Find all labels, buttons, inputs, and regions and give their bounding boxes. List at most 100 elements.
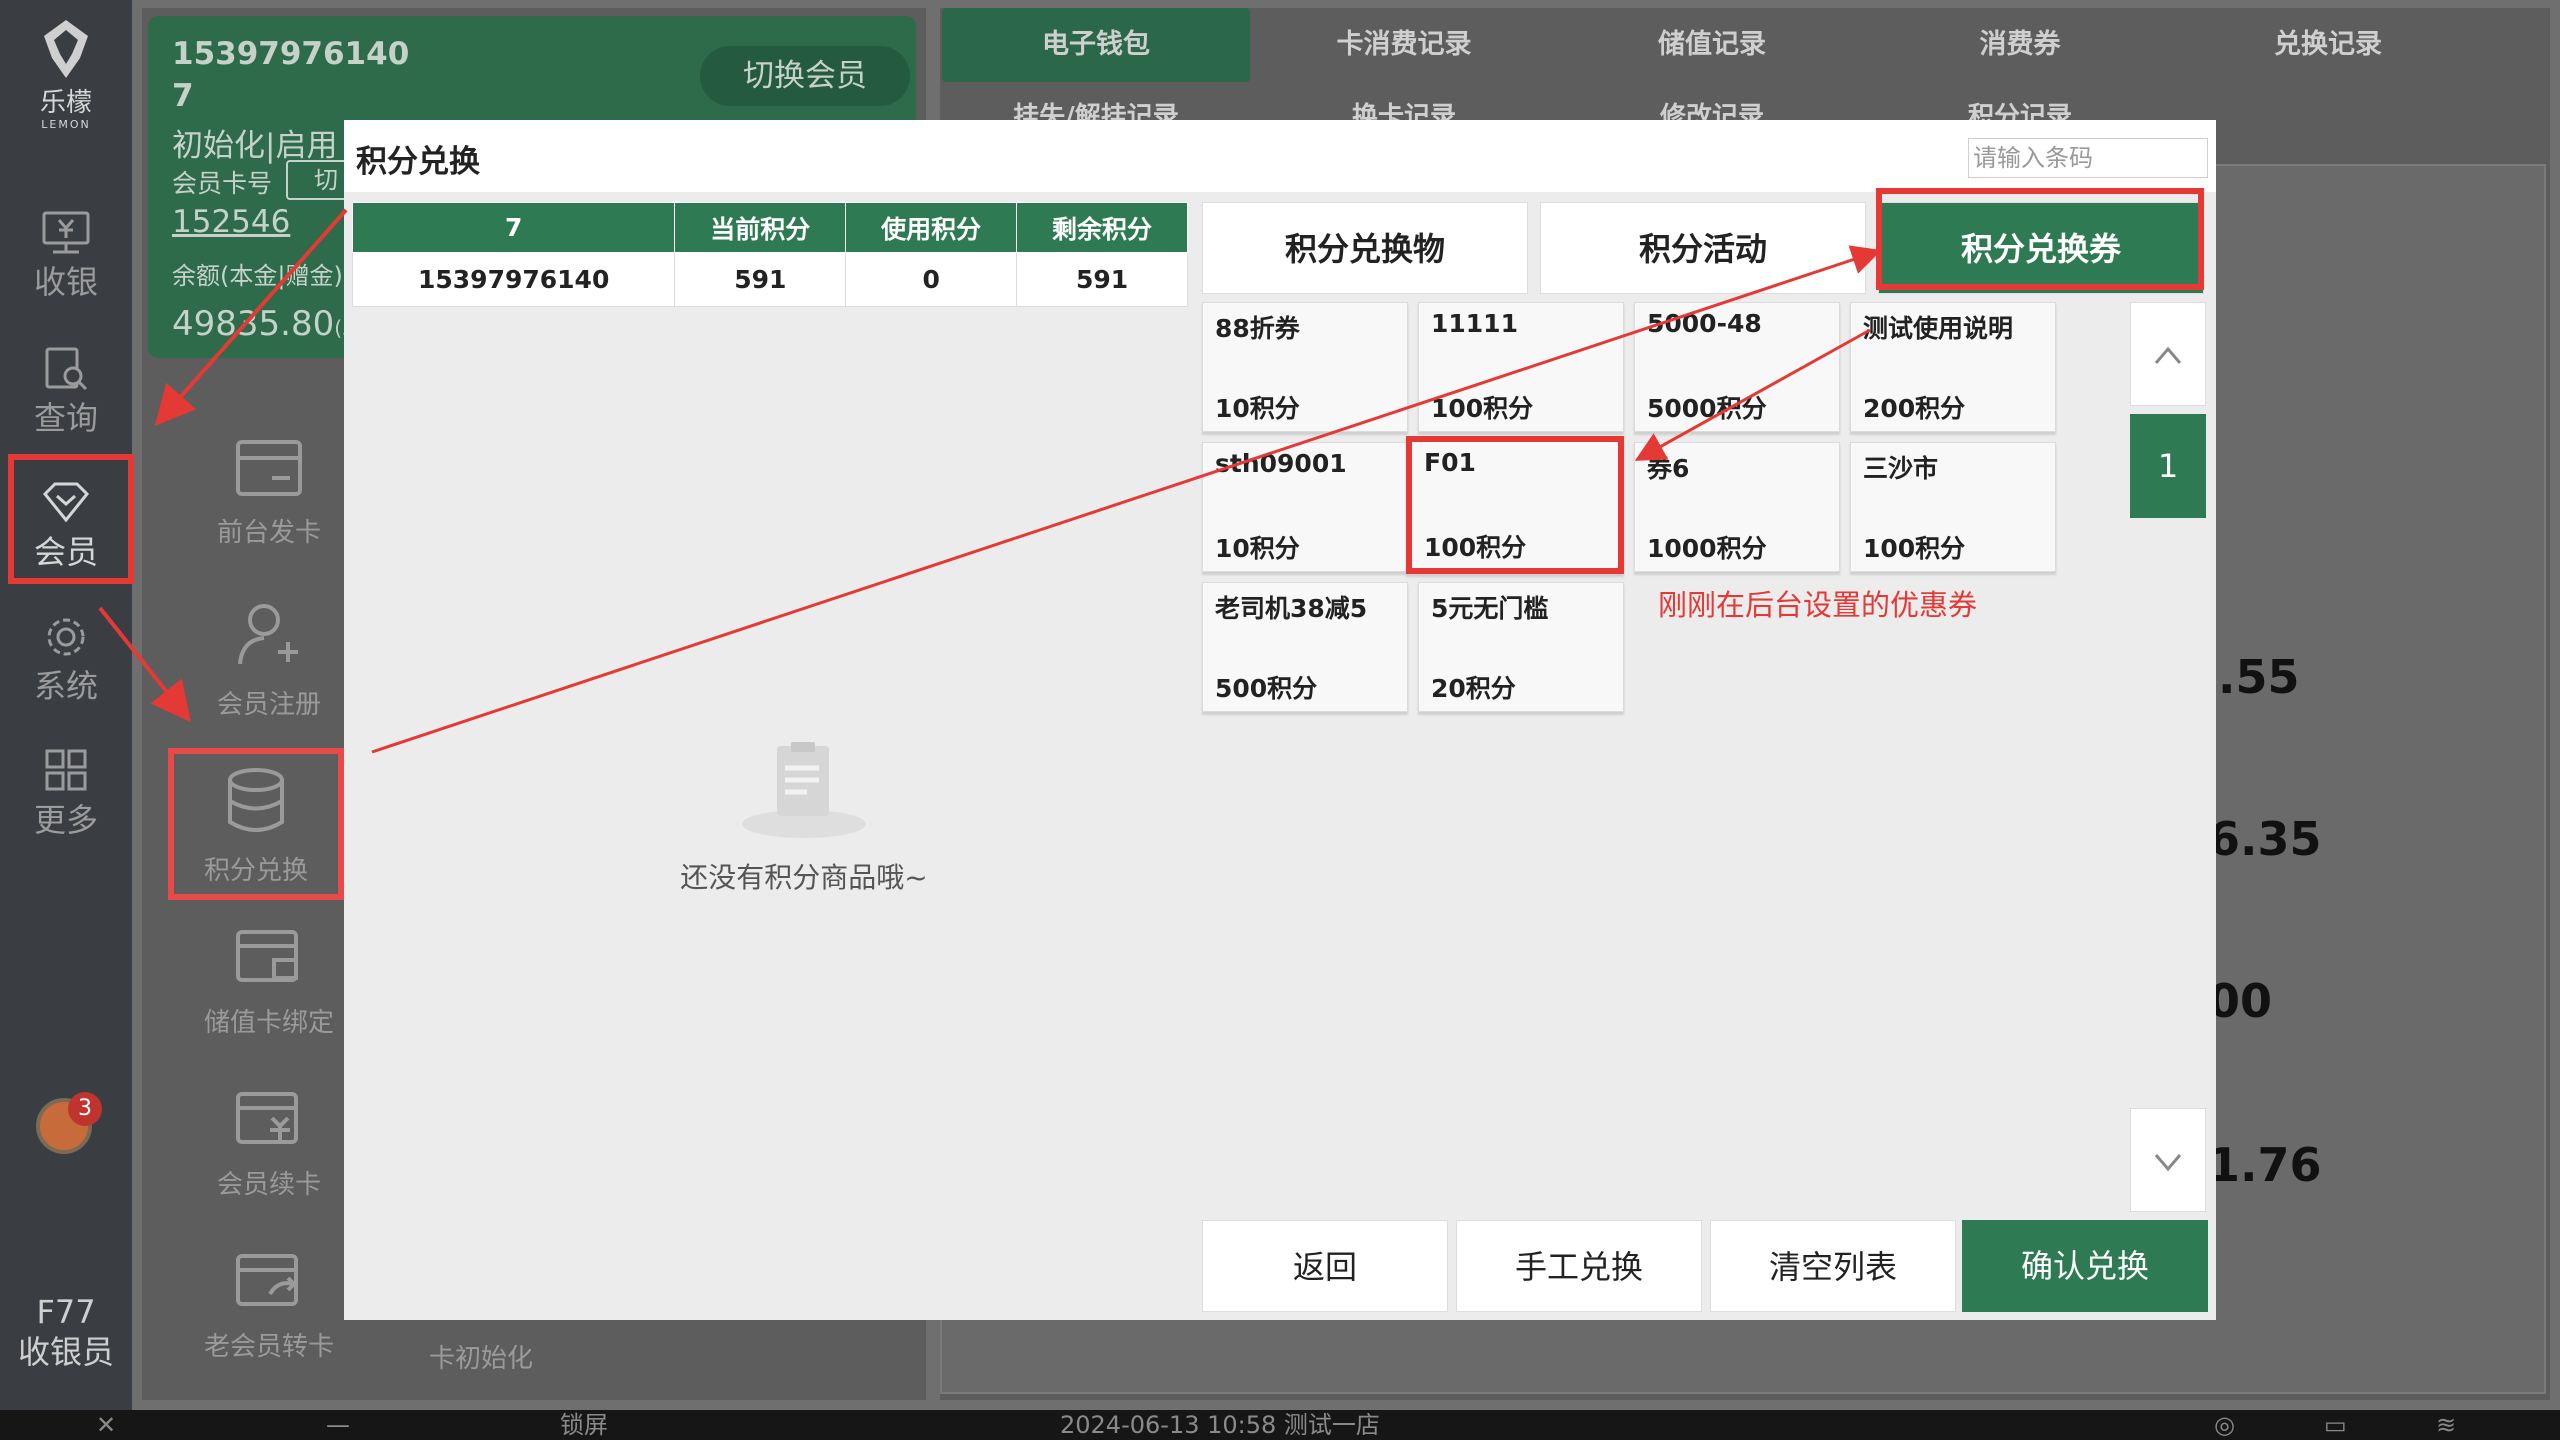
dialog-title: 积分兑换 bbox=[356, 144, 480, 180]
func-label: 会员续卡 bbox=[216, 1170, 321, 1200]
nav-query-label: 查询 bbox=[33, 399, 98, 437]
func-member-register[interactable]: 会员注册 bbox=[184, 600, 354, 721]
manual-exchange-button[interactable]: 手工兑换 bbox=[1456, 1220, 1702, 1312]
confirm-exchange-button[interactable]: 确认兑换 bbox=[1962, 1220, 2208, 1312]
notification-bell-icon[interactable]: 3 bbox=[36, 1092, 102, 1154]
cell-remaining-points: 591 bbox=[1016, 252, 1188, 307]
coupon-points: 100积分 bbox=[1863, 534, 1966, 563]
monitor-icon[interactable]: ▭ bbox=[2324, 1410, 2347, 1440]
coupon-card[interactable]: 三沙市 100积分 bbox=[1850, 442, 2056, 572]
card-number-label: 会员卡号 bbox=[172, 169, 273, 198]
func-label: 老会员转卡 bbox=[203, 1332, 334, 1362]
coupon-name: 11111 bbox=[1431, 309, 1518, 338]
coupon-card[interactable]: 测试使用说明 200积分 bbox=[1850, 302, 2056, 432]
card-transfer-icon bbox=[236, 1254, 298, 1306]
left-nav: 乐檬 LEMON 收银 查询 会员 系统 更多 3 F77 收银员 bbox=[0, 0, 132, 1410]
coupon-card[interactable]: 老司机38减5 500积分 bbox=[1202, 582, 1408, 712]
coupon-card[interactable]: 88折券 10积分 bbox=[1202, 302, 1408, 432]
tab-points-activity[interactable]: 积分活动 bbox=[1540, 202, 1866, 294]
func-storedcard-bind[interactable]: 储值卡绑定 bbox=[184, 928, 354, 1039]
gear-icon bbox=[47, 618, 85, 656]
nav-system[interactable]: 系统 bbox=[0, 600, 132, 730]
coupon-name: 老司机38减5 bbox=[1215, 594, 1368, 623]
stat-value: 00 bbox=[2208, 974, 2273, 1028]
coupon-points: 10积分 bbox=[1215, 394, 1300, 423]
empty-state: 还没有积分商品哦~ bbox=[604, 740, 1004, 896]
coupon-points: 20积分 bbox=[1431, 674, 1516, 703]
balance-value: 49835.80(54 bbox=[172, 304, 368, 344]
close-icon[interactable]: ✕ bbox=[96, 1410, 116, 1440]
nav-cashier-label: 收银 bbox=[33, 263, 98, 301]
func-front-issue-card[interactable]: 前台发卡 bbox=[184, 438, 354, 549]
coupon-card[interactable]: 5000-48 5000积分 bbox=[1634, 302, 1840, 432]
user-add-icon bbox=[238, 604, 298, 665]
tab-points-goods[interactable]: 积分兑换物 bbox=[1202, 202, 1528, 294]
minimize-icon[interactable]: — bbox=[326, 1410, 350, 1440]
tab-e-wallet[interactable]: 电子钱包 bbox=[942, 8, 1250, 82]
func-old-member-transfer[interactable]: 老会员转卡 bbox=[184, 1252, 354, 1363]
points-exchange-dialog: 积分兑换 请输入条码 7 当前积分 使用积分 剩余积分 15397976140 … bbox=[344, 120, 2216, 1320]
coupon-card[interactable]: 券6 1000积分 bbox=[1634, 442, 1840, 572]
stat-value: 1.76 bbox=[2208, 1138, 2322, 1192]
col-remaining-points: 剩余积分 bbox=[1016, 202, 1188, 253]
coupon-card[interactable]: 11111 100积分 bbox=[1418, 302, 1624, 432]
member-status: 初始化|启用 bbox=[172, 128, 338, 164]
lemon-logo-icon bbox=[44, 20, 88, 78]
coupon-card[interactable]: 5元无门槛 20积分 bbox=[1418, 582, 1624, 712]
coupon-name: 5000-48 bbox=[1647, 309, 1762, 338]
coupon-name: sth09001 bbox=[1215, 449, 1347, 478]
chevron-down-icon bbox=[2154, 1154, 2182, 1172]
nav-more[interactable]: 更多 bbox=[0, 734, 132, 864]
tab-coupons[interactable]: 消费券 bbox=[1866, 8, 2174, 82]
stat-value: 6.35 bbox=[2208, 812, 2322, 866]
cashier-icon bbox=[42, 211, 90, 254]
table-row: 15397976140 591 0 591 bbox=[351, 252, 1188, 307]
logo-text-cn: 乐檬 bbox=[39, 88, 92, 118]
func-points-exchange[interactable]: 积分兑换 bbox=[168, 748, 344, 900]
func-card-init[interactable]: 卡初始化 bbox=[396, 1338, 566, 1375]
empty-text: 还没有积分商品哦~ bbox=[680, 861, 928, 894]
table-header: 7 当前积分 使用积分 剩余积分 bbox=[351, 202, 1188, 253]
empty-clipboard-icon bbox=[742, 742, 866, 838]
coupon-points: 1000积分 bbox=[1647, 534, 1767, 563]
coupon-card[interactable]: sth09001 10积分 bbox=[1202, 442, 1408, 572]
highlight-box-coupon-tab bbox=[1876, 188, 2204, 290]
lock-screen-button[interactable]: 锁屏 bbox=[560, 1410, 608, 1440]
current-user[interactable]: F77 收银员 bbox=[0, 1292, 132, 1372]
member-number: 7 bbox=[172, 78, 194, 114]
card-number[interactable]: 152546 bbox=[172, 204, 290, 240]
back-button[interactable]: 返回 bbox=[1202, 1220, 1448, 1312]
barcode-input[interactable]: 请输入条码 bbox=[1968, 138, 2208, 178]
func-member-renew[interactable]: 会员续卡 bbox=[184, 1090, 354, 1201]
page-up-button[interactable] bbox=[2130, 302, 2206, 406]
tab-stored-value[interactable]: 储值记录 bbox=[1558, 8, 1866, 82]
tab-card-consume[interactable]: 卡消费记录 bbox=[1250, 8, 1558, 82]
switch-member-button[interactable]: 切换会员 bbox=[700, 46, 910, 106]
coupon-name: 测试使用说明 bbox=[1863, 314, 2014, 343]
nav-query[interactable]: 查询 bbox=[0, 332, 132, 462]
coupon-name: 三沙市 bbox=[1863, 454, 1939, 483]
grid-icon bbox=[45, 749, 87, 791]
wifi-icon[interactable]: ≋ bbox=[2436, 1410, 2456, 1440]
coupon-card-highlighted[interactable]: F01 100积分 bbox=[1406, 436, 1624, 574]
globe-icon[interactable]: ◎ bbox=[2214, 1410, 2235, 1440]
func-label: 积分兑换 bbox=[203, 856, 308, 886]
func-label: 储值卡绑定 bbox=[203, 1008, 334, 1038]
clear-list-button[interactable]: 清空列表 bbox=[1710, 1220, 1956, 1312]
highlight-box-member-nav bbox=[8, 454, 134, 584]
col-current-points: 当前积分 bbox=[674, 202, 847, 253]
nav-cashier[interactable]: 收银 bbox=[0, 196, 132, 326]
coupon-name: F01 bbox=[1424, 448, 1476, 477]
page-down-button[interactable] bbox=[2130, 1108, 2206, 1212]
query-icon bbox=[45, 347, 88, 391]
col-used-points: 使用积分 bbox=[845, 202, 1018, 253]
coupon-points: 100积分 bbox=[1431, 394, 1534, 423]
coupon-points: 500积分 bbox=[1215, 674, 1318, 703]
coupon-points: 200积分 bbox=[1863, 394, 1966, 423]
cell-used-points: 0 bbox=[845, 252, 1018, 307]
annotation-text: 刚刚在后台设置的优惠券 bbox=[1658, 588, 1978, 622]
brand-logo: 乐檬 LEMON bbox=[0, 18, 132, 131]
tab-exchange-records[interactable]: 兑换记录 bbox=[2174, 8, 2482, 82]
page-indicator[interactable]: 1 bbox=[2130, 414, 2206, 518]
stat-value: .55 bbox=[2218, 650, 2300, 704]
